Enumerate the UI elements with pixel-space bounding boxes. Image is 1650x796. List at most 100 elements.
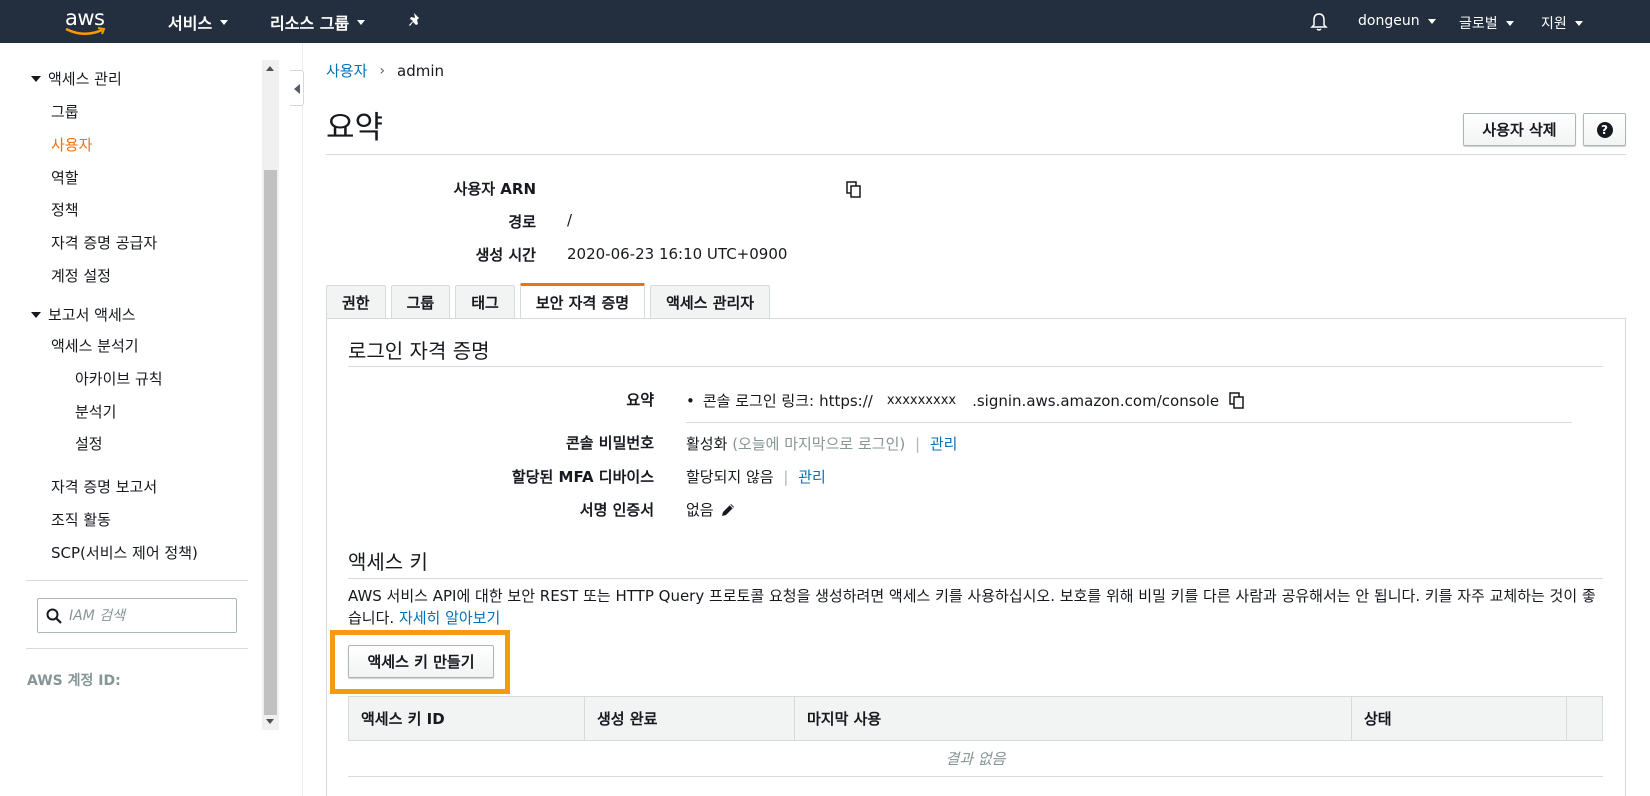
tab-bar: 권한 그룹 태그 보안 자격 증명 액세스 관리자	[326, 283, 771, 318]
breadcrumb-current: admin	[397, 61, 445, 80]
user-arn-label: 사용자 ARN	[453, 180, 536, 198]
signin-summary-label: 요약	[626, 391, 654, 409]
sidebar-section-access-reports[interactable]: 보고서 액세스	[31, 304, 136, 325]
sidebar-item-groups[interactable]: 그룹	[51, 101, 79, 122]
sidebar-item-roles[interactable]: 역할	[51, 167, 79, 188]
access-keys-description: AWS 서비스 API에 대한 보안 REST 또는 HTTP Query 프로…	[348, 585, 1608, 629]
manage-mfa-link[interactable]: 관리	[798, 468, 826, 486]
sidebar-scrollbar[interactable]	[262, 60, 279, 730]
column-actions	[1567, 697, 1602, 740]
services-menu[interactable]: 서비스	[168, 10, 229, 34]
iam-search-box[interactable]	[37, 598, 237, 633]
copy-icon[interactable]	[1229, 392, 1245, 409]
created-time-value: 2020-06-23 16:10 UTC+0900	[567, 245, 788, 263]
tab-tags[interactable]: 태그	[455, 285, 515, 318]
aws-logo[interactable]: aws	[62, 6, 110, 38]
create-access-key-label: 액세스 키 만들기	[367, 653, 475, 671]
delete-user-button[interactable]: 사용자 삭제	[1463, 113, 1576, 146]
bullet-icon: •	[686, 391, 695, 410]
help-button[interactable]: ?	[1583, 113, 1626, 146]
user-menu[interactable]: dongeun	[1358, 13, 1436, 29]
sidebar-section-access-management[interactable]: 액세스 관리	[31, 68, 122, 89]
pencil-icon[interactable]	[720, 502, 736, 518]
triangle-down-icon	[31, 311, 41, 318]
sidebar-item-scp[interactable]: SCP(서비스 제어 정책)	[51, 542, 198, 563]
account-id-label: AWS 계정 ID:	[27, 673, 121, 689]
sidebar-item-access-analyzer[interactable]: 액세스 분석기	[51, 335, 139, 356]
user-label: dongeun	[1358, 13, 1420, 29]
support-menu[interactable]: 지원	[1541, 13, 1583, 33]
console-password-status: 활성화	[686, 435, 728, 453]
sidebar-item-account-settings[interactable]: 계정 설정	[51, 265, 111, 286]
signing-certificate-label: 서명 인증서	[579, 501, 654, 519]
sidebar-item-analyzer-settings[interactable]: 설정	[75, 433, 103, 454]
column-status[interactable]: 상태	[1352, 697, 1567, 740]
tab-access-advisor[interactable]: 액세스 관리자	[650, 285, 771, 318]
access-keys-description-text: AWS 서비스 API에 대한 보안 REST 또는 HTTP Query 프로…	[348, 587, 1596, 627]
scroll-up-icon[interactable]	[266, 66, 274, 71]
sidebar: 액세스 관리 그룹 사용자 역할 정책 자격 증명 공급자 계정 설정 보고서 …	[0, 43, 280, 796]
manage-password-link[interactable]: 관리	[930, 435, 958, 453]
sidebar-item-analyzers[interactable]: 분석기	[75, 401, 116, 422]
pin-button[interactable]	[408, 12, 424, 28]
chevron-down-icon	[220, 19, 229, 25]
collapse-sidebar-button[interactable]	[290, 70, 304, 106]
console-link-suffix[interactable]: .signin.aws.amazon.com/console	[972, 392, 1219, 410]
separator: |	[783, 468, 789, 486]
scrollbar-thumb[interactable]	[264, 170, 277, 715]
region-label: 글로벌	[1459, 16, 1498, 32]
column-created[interactable]: 생성 완료	[585, 697, 795, 740]
support-label: 지원	[1541, 16, 1567, 32]
triangle-down-icon	[31, 75, 41, 82]
tab-security-credentials[interactable]: 보안 자격 증명	[519, 283, 646, 318]
sidebar-section-label: 보고서 액세스	[48, 306, 136, 324]
iam-search-input[interactable]	[69, 607, 229, 624]
path-label: 경로	[508, 213, 536, 231]
signing-certificate-value: 없음	[686, 499, 736, 520]
console-password-note: (오늘에 마지막으로 로그인)	[732, 435, 906, 453]
mfa-status: 할당되지 않음	[686, 468, 774, 486]
resource-groups-menu[interactable]: 리소스 그룹	[270, 10, 366, 34]
services-label: 서비스	[168, 14, 213, 33]
learn-more-link[interactable]: 자세히 알아보기	[399, 609, 500, 627]
console-link-account: xxxxxxxxx	[886, 393, 957, 408]
console-link-prefix: 콘솔 로그인 링크:	[702, 392, 815, 410]
sidebar-item-policies[interactable]: 정책	[51, 199, 79, 220]
row-divider	[686, 422, 1572, 423]
sidebar-item-users[interactable]: 사용자	[51, 134, 92, 155]
pin-icon	[409, 13, 419, 26]
separator: |	[915, 435, 921, 453]
sidebar-section-label: 액세스 관리	[48, 70, 122, 88]
console-login-link-row: • 콘솔 로그인 링크: https:// xxxxxxxxx .signin.…	[686, 390, 1245, 411]
scroll-down-icon[interactable]	[266, 719, 274, 724]
sidebar-item-organization-activity[interactable]: 조직 활동	[51, 509, 111, 530]
column-access-key-id[interactable]: 액세스 키 ID	[349, 697, 585, 740]
notifications-button[interactable]	[1310, 12, 1328, 32]
create-access-key-button[interactable]: 액세스 키 만들기	[348, 645, 494, 678]
tab-groups[interactable]: 그룹	[390, 285, 451, 318]
table-empty-row: 결과 없음	[348, 741, 1603, 777]
tab-permissions[interactable]: 권한	[326, 285, 386, 318]
region-menu[interactable]: 글로벌	[1459, 13, 1514, 33]
sidebar-item-credential-report[interactable]: 자격 증명 보고서	[51, 476, 157, 497]
mfa-device-value: 할당되지 않음 | 관리	[686, 466, 826, 487]
chevron-down-icon	[1505, 20, 1514, 26]
console-password-value: 활성화 (오늘에 마지막으로 로그인) | 관리	[686, 433, 957, 454]
breadcrumb-users-link[interactable]: 사용자	[326, 60, 367, 81]
sidebar-item-archive-rules[interactable]: 아카이브 규칙	[75, 368, 163, 389]
access-keys-title: 액세스 키	[348, 550, 428, 574]
title-divider	[326, 154, 1626, 155]
chevron-right-icon: ›	[379, 62, 386, 79]
copy-icon[interactable]	[846, 181, 862, 198]
mfa-device-label: 할당된 MFA 디바이스	[511, 468, 654, 486]
sidebar-item-identity-providers[interactable]: 자격 증명 공급자	[51, 232, 157, 253]
chevron-down-icon	[1427, 18, 1436, 24]
breadcrumb: 사용자 › admin	[326, 60, 444, 81]
console-password-label: 콘솔 비밀번호	[565, 434, 654, 452]
access-keys-table-header: 액세스 키 ID 생성 완료 마지막 사용 상태	[348, 696, 1603, 741]
sidebar-divider	[26, 648, 248, 649]
column-last-used[interactable]: 마지막 사용	[795, 697, 1352, 740]
resource-groups-label: 리소스 그룹	[270, 14, 350, 33]
chevron-down-icon	[1574, 20, 1583, 26]
signing-certificate-status: 없음	[686, 501, 714, 519]
